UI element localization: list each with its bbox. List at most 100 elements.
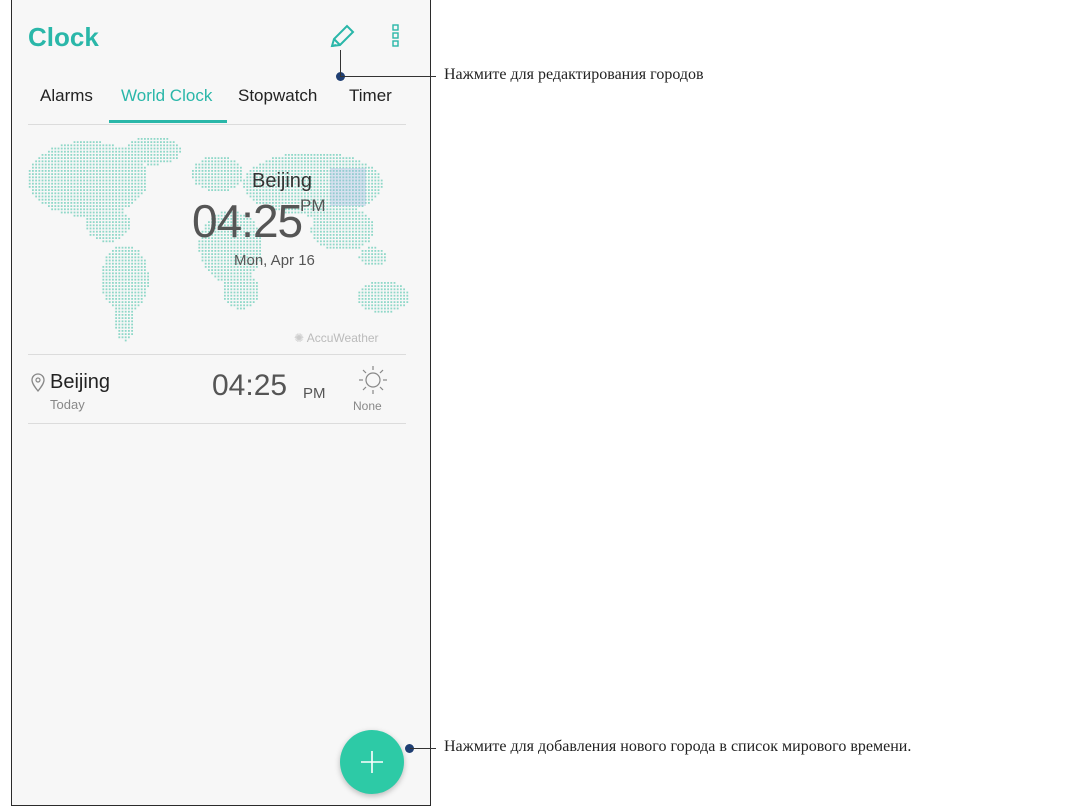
map-dot bbox=[377, 250, 380, 252]
map-dot bbox=[326, 202, 329, 204]
map-dot bbox=[102, 189, 105, 191]
map-dot bbox=[169, 147, 172, 150]
tab-alarms[interactable]: Alarms bbox=[40, 86, 93, 106]
map-dot bbox=[99, 195, 101, 198]
map-dot bbox=[134, 186, 137, 188]
map-dot bbox=[86, 195, 89, 198]
more-vert-icon bbox=[392, 24, 399, 47]
map-dot bbox=[92, 141, 95, 143]
map-dot bbox=[304, 166, 306, 169]
map-dot bbox=[128, 278, 130, 281]
map-dot bbox=[236, 166, 239, 169]
map-dot bbox=[67, 163, 69, 166]
map-dot bbox=[217, 259, 220, 262]
map-dot bbox=[361, 227, 364, 230]
map-dot bbox=[108, 182, 111, 185]
map-dot bbox=[364, 214, 367, 217]
map-dot bbox=[256, 291, 258, 294]
map-dot bbox=[128, 330, 130, 332]
tab-timer[interactable]: Timer bbox=[349, 86, 392, 106]
map-dot bbox=[211, 272, 213, 275]
map-dot bbox=[92, 179, 95, 182]
map-dot bbox=[89, 221, 92, 223]
map-dot bbox=[73, 182, 76, 185]
map-dot bbox=[380, 291, 383, 294]
map-dot bbox=[211, 163, 213, 166]
map-dot bbox=[214, 179, 217, 182]
map-dot bbox=[118, 275, 121, 278]
map-dot bbox=[99, 218, 101, 220]
more-options-button[interactable] bbox=[390, 22, 402, 48]
map-dot bbox=[240, 272, 242, 275]
map-dot bbox=[211, 253, 213, 255]
map-dot bbox=[172, 147, 175, 150]
map-dot bbox=[121, 291, 124, 294]
tab-stopwatch[interactable]: Stopwatch bbox=[238, 86, 317, 106]
map-dot bbox=[54, 208, 57, 211]
map-dot bbox=[115, 182, 117, 185]
map-dot bbox=[137, 262, 140, 265]
map-dot bbox=[384, 310, 386, 313]
map-dot bbox=[214, 166, 217, 169]
map-dot bbox=[339, 154, 341, 156]
map-dot bbox=[323, 163, 325, 166]
map-dot bbox=[368, 230, 370, 233]
map-dot bbox=[364, 237, 367, 239]
map-dot bbox=[230, 266, 233, 268]
map-dot bbox=[134, 266, 137, 268]
map-dot bbox=[320, 237, 322, 239]
map-dot bbox=[118, 160, 121, 163]
map-dot bbox=[134, 262, 137, 265]
tab-bar: Alarms World Clock Stopwatch Timer bbox=[28, 78, 406, 125]
map-dot bbox=[41, 170, 44, 172]
map-dot bbox=[99, 192, 101, 195]
map-dot bbox=[316, 182, 319, 185]
map-dot bbox=[297, 163, 300, 166]
map-dot bbox=[128, 198, 130, 201]
map-dot bbox=[121, 333, 124, 335]
map-dot bbox=[336, 243, 338, 246]
map-dot bbox=[115, 147, 117, 150]
map-dot bbox=[230, 301, 233, 303]
map-dot bbox=[313, 166, 316, 169]
map-dot bbox=[358, 301, 361, 303]
city-row[interactable]: Beijing Today 04:25 PM None bbox=[28, 354, 406, 424]
map-dot bbox=[316, 192, 319, 195]
map-dot bbox=[73, 141, 76, 143]
map-dot bbox=[281, 163, 284, 166]
map-dot bbox=[211, 157, 213, 159]
map-dot bbox=[214, 182, 217, 185]
map-dot bbox=[118, 317, 121, 319]
map-dot bbox=[326, 240, 329, 243]
map-dot bbox=[329, 237, 332, 239]
edit-cities-button[interactable] bbox=[326, 22, 356, 52]
map-dot bbox=[396, 304, 399, 307]
map-dot bbox=[233, 269, 236, 271]
tab-world-clock[interactable]: World Clock bbox=[121, 86, 212, 106]
map-dot bbox=[48, 179, 50, 182]
map-dot bbox=[70, 211, 73, 214]
map-dot bbox=[124, 301, 127, 303]
map-dot bbox=[396, 298, 399, 300]
add-city-button[interactable] bbox=[340, 730, 404, 794]
map-dot bbox=[118, 218, 121, 220]
map-dot bbox=[44, 166, 47, 169]
map-dot bbox=[144, 269, 146, 271]
map-dot bbox=[246, 304, 249, 307]
map-dot bbox=[220, 166, 223, 169]
map-dot bbox=[112, 278, 114, 281]
map-dot bbox=[134, 179, 137, 182]
map-dot bbox=[236, 278, 239, 281]
map-dot bbox=[316, 160, 319, 163]
map-dot bbox=[144, 144, 146, 147]
map-dot bbox=[224, 186, 226, 188]
map-dot bbox=[105, 266, 108, 268]
map-dot bbox=[275, 157, 277, 159]
map-dot bbox=[51, 198, 53, 201]
map-dot bbox=[108, 240, 111, 243]
map-dot bbox=[108, 186, 111, 188]
map-dot bbox=[406, 298, 409, 300]
map-dot bbox=[134, 141, 137, 143]
map-dot bbox=[387, 282, 389, 284]
map-dot bbox=[99, 147, 101, 150]
